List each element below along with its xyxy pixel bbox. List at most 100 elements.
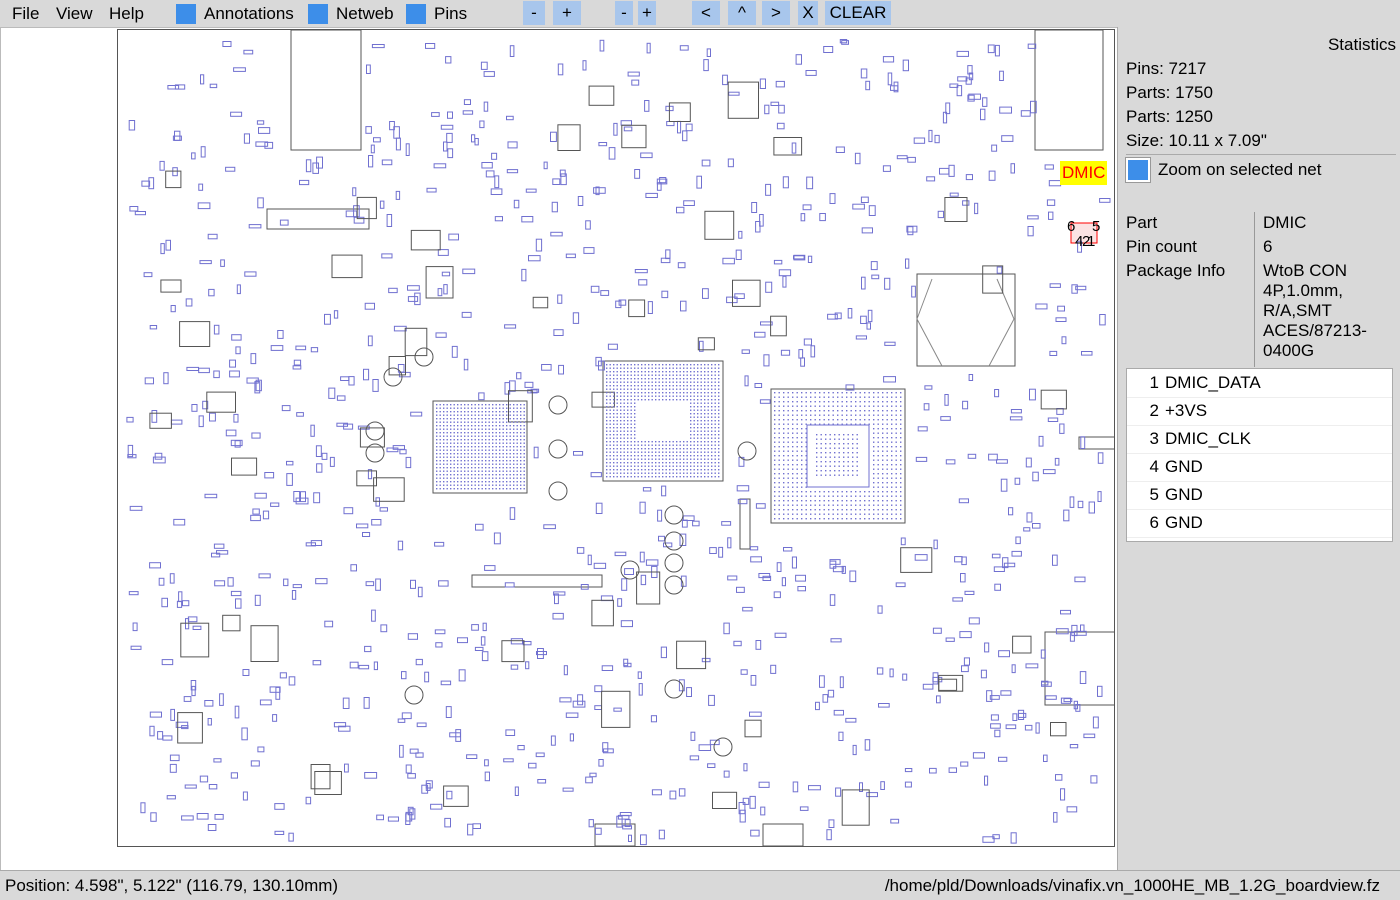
bga-ball [637, 444, 639, 446]
bga-ball [686, 371, 688, 373]
smd-pad [1077, 500, 1084, 509]
smd-pad [932, 672, 939, 685]
bga-ball [697, 434, 699, 436]
prev-button[interactable]: < [692, 1, 720, 25]
bga-ball [509, 439, 511, 441]
pin-row[interactable]: 1 DMIC_DATA [1127, 369, 1392, 398]
pin-net-name: GND [1165, 485, 1203, 504]
pin-row[interactable]: 2 +3VS [1127, 397, 1392, 426]
bga-ball [676, 374, 678, 376]
smd-pad [1080, 436, 1086, 449]
bga-ball [683, 455, 685, 457]
bga-ball [700, 437, 702, 439]
bga-ball [613, 371, 615, 373]
bga-ball [711, 423, 713, 425]
bga-ball [523, 463, 525, 465]
annotations-toggle[interactable]: Annotations [176, 1, 294, 26]
bga-ball [891, 464, 893, 466]
bga-ball [686, 451, 688, 453]
pin-row[interactable]: 3 DMIC_CLK [1127, 425, 1392, 454]
next-button[interactable]: > [762, 1, 790, 25]
pin-row[interactable]: 4 GND [1127, 453, 1392, 482]
bga-ball [492, 407, 494, 409]
selected-part-label[interactable]: DMIC [1060, 161, 1108, 185]
netweb-checkbox[interactable] [308, 3, 328, 24]
bga-ball [900, 446, 902, 448]
board-outline[interactable]: 6 5 4 2 1 [117, 29, 1115, 847]
bga-ball [843, 434, 845, 436]
bga-ball [506, 453, 508, 455]
pins-checkbox[interactable] [406, 3, 426, 24]
bga-ball [665, 458, 667, 460]
bga-ball [446, 449, 448, 451]
bga-ball [895, 396, 897, 398]
bga-ball [683, 448, 685, 450]
smd-pad [829, 193, 836, 205]
bga-ball [882, 446, 884, 448]
bga-ball [613, 392, 615, 394]
bga-ball [464, 435, 466, 437]
bga-ball [774, 491, 776, 493]
menu-view[interactable]: View [56, 4, 93, 24]
bga-ball [900, 455, 902, 457]
bga-ball [467, 474, 469, 476]
rotate-minus-button[interactable]: - [615, 1, 633, 25]
bga-ball [707, 413, 709, 415]
bga-ball [686, 381, 688, 383]
menu-help[interactable]: Help [109, 4, 144, 24]
bga-ball [819, 423, 821, 425]
pin-list[interactable]: 1 DMIC_DATA 2 +3VS 3 DMIC_CLK 4 GND 5 GND 6 GND [1126, 368, 1393, 542]
zoom-selected-net-checkbox[interactable] [1126, 158, 1150, 182]
bga-ball [783, 518, 785, 520]
bga-ball [838, 474, 840, 476]
bga-ball [606, 385, 608, 387]
bga-ball [801, 441, 803, 443]
rotate-plus-button[interactable]: + [638, 1, 656, 25]
bga-ball [506, 404, 508, 406]
smd-pad [1012, 713, 1018, 721]
smd-pad [573, 451, 584, 456]
zoom-out-button[interactable]: - [523, 1, 545, 25]
bga-ball [714, 385, 716, 387]
bga-ball [467, 481, 469, 483]
bga-ball [623, 451, 625, 453]
pin-row[interactable]: 5 GND [1127, 481, 1392, 510]
bga-ball [796, 473, 798, 475]
smd-pad [929, 767, 937, 774]
bga-ball [634, 427, 636, 429]
close-button[interactable]: X [798, 1, 818, 25]
pin-row[interactable]: 6 GND [1127, 509, 1392, 538]
bga-ball [714, 469, 716, 471]
bga-ball [697, 371, 699, 373]
bga-ball [778, 428, 780, 430]
clear-button[interactable]: CLEAR [825, 1, 891, 25]
pins-toggle[interactable]: Pins [406, 1, 467, 26]
bga-ball [658, 451, 660, 453]
smd-pad [601, 665, 614, 671]
bga-ball [502, 456, 504, 458]
netweb-toggle[interactable]: Netweb [308, 1, 394, 26]
bga-ball [609, 388, 611, 390]
smd-pad [936, 695, 941, 704]
smd-pad [572, 700, 586, 708]
bga-ball [873, 410, 875, 412]
bga-ball [805, 446, 807, 448]
bga-ball [895, 410, 897, 412]
bga-ball [460, 474, 462, 476]
smd-pad [150, 812, 157, 822]
bga-ball [823, 396, 825, 398]
pins-label: Pins [434, 3, 468, 23]
bga-ball [810, 410, 812, 412]
bga-ball [783, 459, 785, 461]
smd-pad [619, 812, 632, 817]
bga-ball [623, 388, 625, 390]
up-button[interactable]: ^ [728, 1, 756, 25]
smd-pad [132, 622, 138, 632]
menu-file[interactable]: File [12, 4, 39, 24]
smd-pad [444, 817, 451, 828]
zoom-in-button[interactable]: + [553, 1, 581, 25]
annotations-checkbox[interactable] [176, 3, 196, 24]
board-drawing[interactable]: 6 5 4 2 1 [117, 29, 1115, 847]
zoom-selected-net-toggle[interactable]: Zoom on selected net [1126, 158, 1321, 182]
smd-pad [462, 268, 476, 275]
